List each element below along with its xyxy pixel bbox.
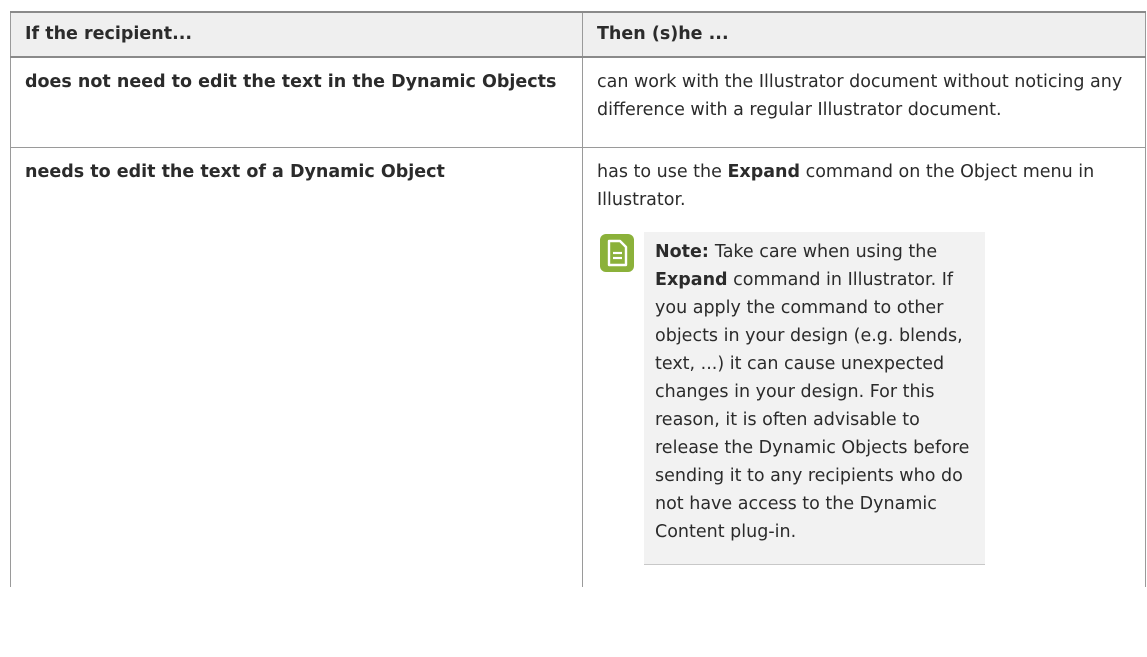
note-expand-term: Expand (655, 269, 728, 290)
column-header-condition: If the recipient... (10, 11, 583, 58)
result-cell: can work with the Illustrator document w… (582, 56, 1146, 148)
result-cell: has to use the Expand command on the Obj… (582, 146, 1146, 587)
document-page: If the recipient... Then (s)he ... does … (0, 0, 1147, 657)
expand-command-term: Expand (727, 161, 801, 182)
note-text-post: command in Illustrator. If you apply the… (655, 269, 970, 542)
condition-cell: does not need to edit the text in the Dy… (10, 56, 583, 148)
condition-cell: needs to edit the text of a Dynamic Obje… (10, 146, 583, 587)
note-body: Note: Take care when using the Expand com… (644, 231, 985, 565)
table-row: does not need to edit the text in the Dy… (10, 56, 1146, 148)
note-text-pre: Take care when using the (714, 241, 938, 262)
table-row: needs to edit the text of a Dynamic Obje… (10, 146, 1146, 587)
note-label: Note: (655, 241, 709, 262)
note-document-icon (600, 233, 634, 272)
result-text: has to use the Expand command on the Obj… (597, 158, 1131, 214)
table-header-row: If the recipient... Then (s)he ... (10, 11, 1146, 58)
recipient-table: If the recipient... Then (s)he ... does … (10, 11, 1146, 587)
result-text-pre: has to use the (597, 161, 728, 182)
column-header-result: Then (s)he ... (582, 11, 1146, 58)
note-box: Note: Take care when using the Expand com… (583, 231, 1131, 565)
